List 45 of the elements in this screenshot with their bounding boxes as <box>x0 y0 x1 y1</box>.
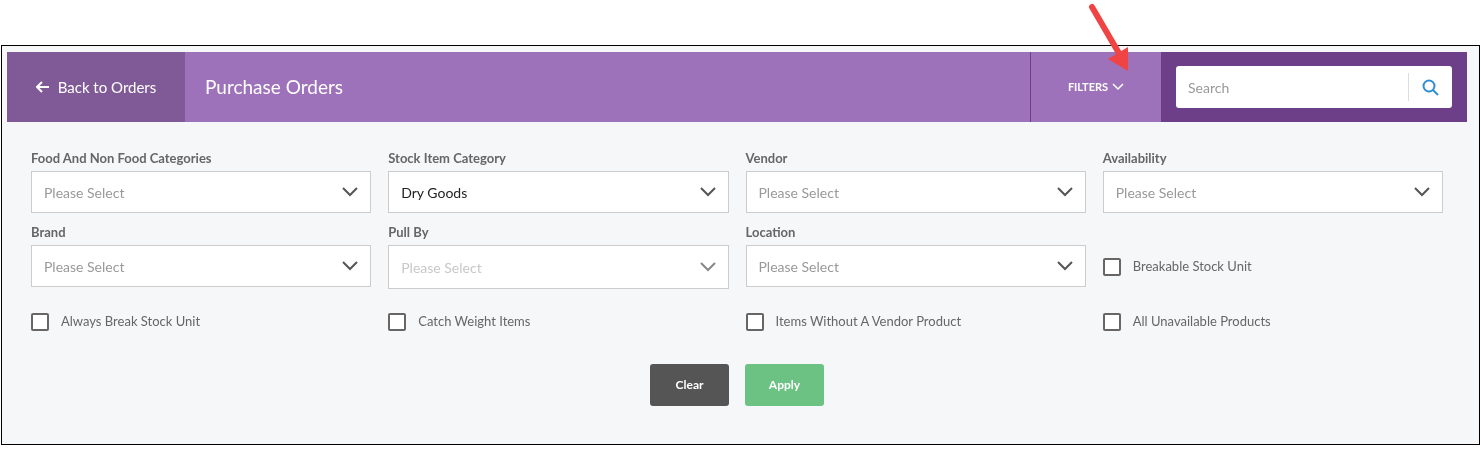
chevron-down-icon <box>1056 187 1073 197</box>
chevron-down-icon <box>1112 83 1125 91</box>
chevron-down-icon <box>342 261 359 271</box>
field-label: Location <box>745 224 797 240</box>
field-label: Availability <box>1102 150 1168 166</box>
back-link[interactable]: Back to Orders <box>7 52 185 122</box>
select-field[interactable]: Please Select <box>745 171 1086 213</box>
select-placeholder: Please Select <box>44 182 125 203</box>
checkbox-label: Always Break Stock Unit <box>61 312 201 332</box>
field-label: Brand <box>31 224 67 240</box>
field-label: Food And Non Food Categories <box>31 150 213 166</box>
select-field[interactable]: Please Select <box>1102 171 1443 213</box>
filters-toggle[interactable]: FILTERS <box>1030 52 1161 122</box>
chevron-down-icon <box>1414 187 1430 197</box>
arrow-left-icon <box>35 81 50 93</box>
select-placeholder: Please Select <box>1115 182 1197 203</box>
select-field[interactable]: Please Select <box>31 245 372 287</box>
chevron-down-icon <box>699 262 716 272</box>
select-field[interactable]: Please Select <box>745 245 1086 287</box>
apply-button[interactable]: Apply <box>745 364 824 406</box>
field-label: Vendor <box>745 150 789 166</box>
checkbox[interactable] <box>745 313 764 331</box>
select-field[interactable]: Dry Goods <box>388 171 729 213</box>
checkbox-label: Items Without A Vendor Product <box>775 312 962 332</box>
checkbox-label: Catch Weight Items <box>418 312 531 332</box>
select-value: Dry Goods <box>401 182 468 203</box>
select-field[interactable]: Please Select <box>31 171 372 213</box>
checkbox[interactable] <box>1102 258 1121 276</box>
search-field[interactable]: Search <box>1176 66 1452 108</box>
chevron-down-icon <box>1056 261 1073 271</box>
field-label: Pull By <box>388 224 430 240</box>
checkbox[interactable] <box>388 313 407 331</box>
select-placeholder: Please Select <box>758 256 839 277</box>
field-label: Stock Item Category <box>388 150 507 166</box>
search-icon[interactable] <box>1422 78 1439 96</box>
clear-button[interactable]: Clear <box>650 364 729 406</box>
checkbox-label: Breakable Stock Unit <box>1132 257 1252 277</box>
checkbox-label: All Unavailable Products <box>1132 312 1271 332</box>
chevron-down-icon <box>342 187 359 197</box>
checkbox[interactable] <box>1102 313 1121 331</box>
page-title: Purchase Orders <box>205 73 343 100</box>
select-placeholder: Please Select <box>758 182 839 203</box>
chevron-down-icon <box>699 187 716 197</box>
checkbox[interactable] <box>31 313 49 331</box>
select-placeholder: Please Select <box>44 256 125 277</box>
